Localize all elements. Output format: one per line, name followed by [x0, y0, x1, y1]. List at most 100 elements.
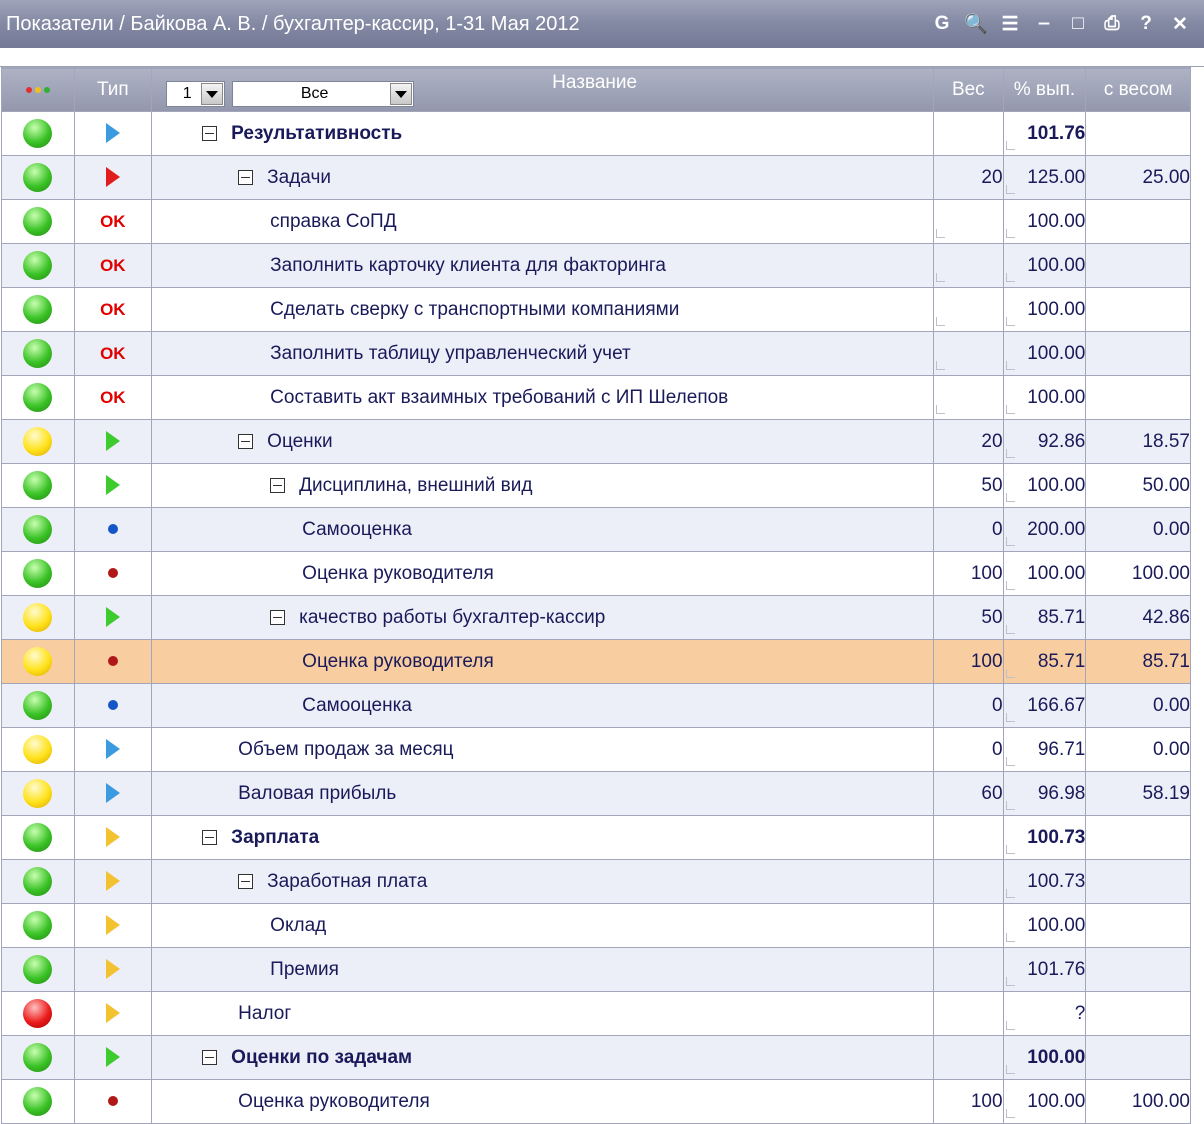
status-green-icon	[23, 163, 53, 192]
search-icon[interactable]: 🔍	[964, 14, 988, 35]
collapse-icon[interactable]	[238, 433, 254, 449]
table-row[interactable]: Зарплата 100.73	[1, 815, 1191, 860]
table-row[interactable]: Премия 101.76	[1, 947, 1191, 992]
name-column-header[interactable]: 1 Все Название	[151, 67, 935, 112]
weighted-cell	[1085, 111, 1191, 156]
chevron-down-icon[interactable]	[390, 83, 413, 105]
weight-cell	[933, 331, 1004, 376]
maximize-icon[interactable]: □	[1068, 13, 1088, 34]
list-icon[interactable]: ☰	[1000, 14, 1020, 35]
table-row[interactable]: Заработная плата 100.73	[1, 859, 1191, 904]
filter-select-value: Все	[300, 85, 329, 102]
print-icon[interactable]: ⎙	[1102, 13, 1122, 34]
weighted-cell	[1085, 859, 1191, 904]
collapse-icon[interactable]	[238, 873, 254, 889]
weighted-cell: 0.00	[1085, 727, 1191, 772]
dot-darkred-icon	[107, 656, 118, 667]
name-column-label: Название	[552, 72, 638, 93]
weighted-cell-value: 25.00	[1142, 166, 1190, 188]
table-row[interactable]: Оклад 100.00	[1, 903, 1191, 948]
weighted-cell: 25.00	[1085, 155, 1191, 200]
table-row[interactable]: Налог?	[1, 991, 1191, 1036]
percent-cell: 101.76	[1002, 111, 1087, 156]
weighted-cell: 18.57	[1085, 419, 1191, 464]
indicator-name: Оценка руководителя	[238, 1090, 430, 1112]
help-icon[interactable]: ?	[1136, 13, 1156, 34]
weighted-cell-value: 0.00	[1153, 738, 1190, 760]
triangle-blue-icon	[105, 739, 120, 760]
triangle-yellow-icon	[105, 827, 120, 848]
percent-cell-value: 100.00	[1027, 1090, 1086, 1112]
triangle-green-icon	[105, 431, 120, 452]
status-green-icon	[23, 559, 53, 588]
table-row[interactable]: Оценки 20 92.86 18.57	[1, 419, 1191, 464]
table-row[interactable]: Оценка руководителя 100 85.71 85.71	[1, 639, 1191, 684]
status-cell	[1, 507, 75, 552]
table-row[interactable]: OK Заполнить таблицу управленческий учет 1…	[1, 331, 1191, 376]
table-row[interactable]: Результативность 101.76	[1, 111, 1191, 156]
weighted-cell-value: 0.00	[1153, 694, 1190, 716]
percent-cell: 166.67	[1002, 683, 1087, 728]
dot-blue-icon	[107, 700, 118, 711]
name-cell: Дисциплина, внешний вид	[151, 463, 935, 508]
status-cell	[1, 331, 75, 376]
table-row[interactable]: OK Заполнить карточку клиента для фактори…	[1, 243, 1191, 288]
indicator-name: Заработная плата	[267, 870, 428, 892]
percent-cell: 100.00	[1002, 331, 1087, 376]
percent-column-header[interactable]: % вып.	[1002, 67, 1087, 112]
cell-corner-mark	[936, 361, 946, 370]
weight-column-header[interactable]: Вес	[933, 67, 1004, 112]
status-cell	[1, 243, 75, 288]
collapse-icon[interactable]	[238, 169, 254, 185]
cell-corner-mark	[1005, 361, 1015, 370]
type-column-header[interactable]: Тип	[73, 67, 153, 112]
triangle-red-icon	[105, 167, 120, 188]
weighted-cell: 100.00	[1085, 551, 1191, 596]
status-column-header[interactable]	[1, 67, 75, 112]
table-row[interactable]: Самооценка 0 166.67 0.00	[1, 683, 1191, 728]
chevron-down-icon[interactable]	[201, 83, 224, 105]
percent-cell-value: ?	[1074, 1002, 1086, 1024]
table-row[interactable]: Задачи 20 125.00 25.00	[1, 155, 1191, 200]
collapse-icon[interactable]	[202, 829, 218, 845]
status-green-icon	[23, 207, 53, 236]
percent-cell-value: 100.00	[1027, 386, 1086, 408]
weighted-cell	[1085, 243, 1191, 288]
header-strip	[0, 48, 1204, 67]
close-icon[interactable]: ✕	[1170, 14, 1190, 35]
weight-cell: 0	[933, 507, 1004, 552]
level-select[interactable]: 1	[166, 81, 226, 107]
type-cell	[73, 1079, 153, 1124]
collapse-icon[interactable]	[270, 477, 286, 493]
status-yellow-icon	[23, 427, 53, 456]
table-row[interactable]: Самооценка 0 200.00 0.00	[1, 507, 1191, 552]
weight-cell	[933, 859, 1004, 904]
indicator-name: Заполнить карточку клиента для факторинг…	[270, 254, 666, 276]
collapse-icon[interactable]	[270, 609, 286, 625]
collapse-icon[interactable]	[202, 125, 218, 141]
table-row[interactable]: Валовая прибыль 60 96.98 58.19	[1, 771, 1191, 816]
percent-cell: 100.00	[1002, 1035, 1087, 1080]
table-row[interactable]: Оценка руководителя 100 100.00 100.00	[1, 551, 1191, 596]
percent-cell-value: 100.00	[1027, 254, 1086, 276]
table-row[interactable]: Оценки по задачам 100.00	[1, 1035, 1191, 1080]
table-row[interactable]: Дисциплина, внешний вид 50 100.00 50.00	[1, 463, 1191, 508]
table-row[interactable]: OK справка СоПД 100.00	[1, 199, 1191, 244]
type-cell	[73, 463, 153, 508]
table-row[interactable]: качество работы бухгалтер-кассир 50 85.71 4…	[1, 595, 1191, 640]
weighted-cell	[1085, 199, 1191, 244]
refresh-icon[interactable]: G	[932, 13, 952, 34]
minimize-icon[interactable]: ‒	[1034, 13, 1054, 34]
table-row[interactable]: Объем продаж за месяц 0 96.71 0.00	[1, 727, 1191, 772]
filter-select[interactable]: Все	[232, 81, 415, 107]
cell-corner-mark	[1005, 757, 1015, 766]
percent-cell-value: 125.00	[1027, 166, 1086, 188]
weighted-column-header[interactable]: с весом	[1085, 67, 1191, 112]
table-row[interactable]: OK Сделать сверку с транспортными компани…	[1, 287, 1191, 332]
collapse-icon[interactable]	[202, 1049, 218, 1065]
table-row[interactable]: Оценка руководителя 100 100.00 100.00	[1, 1079, 1191, 1124]
status-cell	[1, 639, 75, 684]
weight-cell: 100	[933, 551, 1004, 596]
table-row[interactable]: OK Составить акт взаимных требований с ИП…	[1, 375, 1191, 420]
weight-cell-value: 0	[991, 738, 1003, 760]
